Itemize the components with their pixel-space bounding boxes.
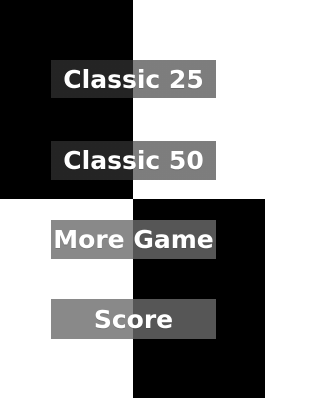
classic-50-label: Classic 50 <box>63 146 204 175</box>
game-menu-screen: Classic 25 Classic 50 More Game Score <box>0 0 265 398</box>
more-game-button[interactable]: More Game <box>51 220 216 259</box>
score-label: Score <box>93 304 174 334</box>
classic-25-label: Classic 25 <box>63 64 204 94</box>
classic-50-button[interactable]: Classic 50 <box>51 141 216 180</box>
score-button[interactable]: Score <box>51 299 216 339</box>
classic-25-button[interactable]: Classic 25 <box>51 60 216 98</box>
more-game-label: More Game <box>53 225 214 254</box>
